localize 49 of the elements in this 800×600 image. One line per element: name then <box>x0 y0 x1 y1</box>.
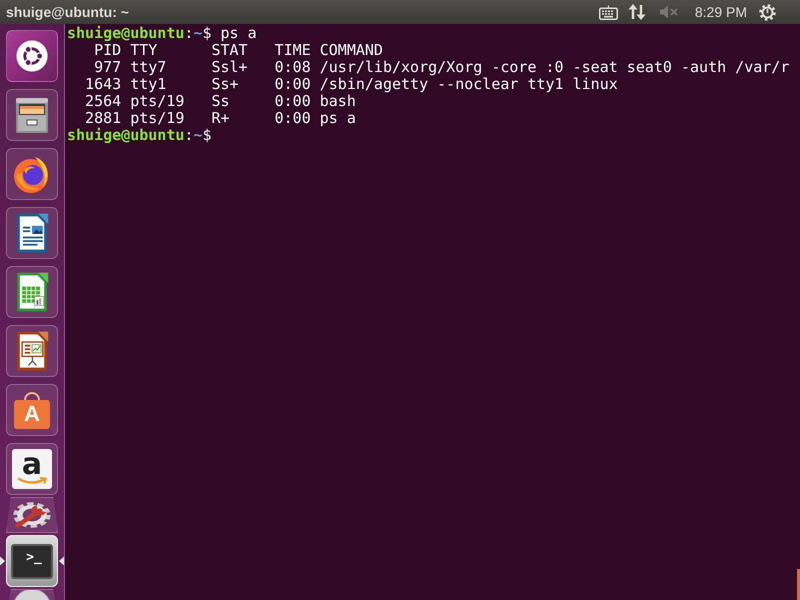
launcher-button[interactable] <box>6 325 58 377</box>
launcher-button[interactable]: >_ <box>6 535 58 587</box>
table-cell: 0:00 <box>274 93 311 110</box>
table-cell: /sbin/agetty --noclear tty1 linux <box>320 76 618 93</box>
smile-arrow-icon <box>17 477 47 485</box>
scrollbar-indicator[interactable] <box>797 569 800 600</box>
launcher-button[interactable] <box>6 207 58 259</box>
table-cell: tty1 <box>130 76 166 93</box>
column-header: STAT <box>211 42 248 59</box>
clock-text[interactable]: 8:29 PM <box>694 4 747 20</box>
keyboard-icon[interactable] <box>598 4 618 20</box>
table-cell: tty7 <box>130 59 166 76</box>
text-document-icon <box>14 213 50 253</box>
table-cell: 1643 <box>85 76 122 93</box>
table-cell: bash <box>320 93 356 110</box>
window-title: shuige@ubuntu: ~ <box>6 4 129 20</box>
table-cell: ps a <box>320 110 356 127</box>
shell-prompt: shuige@ubuntu:~$ <box>67 127 212 144</box>
column-header: TIME <box>274 42 311 59</box>
launcher-button[interactable] <box>6 148 58 200</box>
table-cell: 2564 <box>85 93 122 110</box>
circle-logo-icon <box>16 40 48 72</box>
launcher-button[interactable] <box>6 266 58 318</box>
table-cell: R+ <box>211 110 230 127</box>
table-cell: Ss+ <box>211 76 239 93</box>
table-cell: pts/19 <box>130 93 184 110</box>
table-cell: 977 <box>94 59 122 76</box>
launcher-button[interactable]: a <box>6 443 58 495</box>
shell-prompt: shuige@ubuntu:~$ <box>67 25 212 42</box>
table-cell: /usr/lib/xorg/Xorg -core :0 -seat seat0 -auth /var/r <box>320 59 790 76</box>
up-down-arrows-icon[interactable] <box>628 3 646 21</box>
gear-power-icon[interactable] <box>759 4 776 20</box>
table-cell: Ssl+ <box>211 59 248 76</box>
launcher-button[interactable] <box>6 497 58 533</box>
column-header: PID <box>94 42 122 59</box>
table-cell: 0:00 <box>274 76 311 93</box>
muted-speaker-icon[interactable] <box>658 5 679 19</box>
table-cell: Ss <box>211 93 230 110</box>
presentation-document-icon <box>14 331 50 371</box>
spreadsheet-document-icon <box>14 272 50 312</box>
launcher-button[interactable] <box>6 89 58 141</box>
column-header: TTY <box>130 42 158 59</box>
table-cell: 2881 <box>85 110 122 127</box>
table-cell: 0:00 <box>274 110 311 127</box>
command-text: ps a <box>220 25 257 42</box>
column-header: COMMAND <box>320 42 383 59</box>
table-cell: 0:08 <box>274 59 311 76</box>
table-cell: pts/19 <box>130 110 184 127</box>
launcher-button[interactable] <box>6 30 58 82</box>
